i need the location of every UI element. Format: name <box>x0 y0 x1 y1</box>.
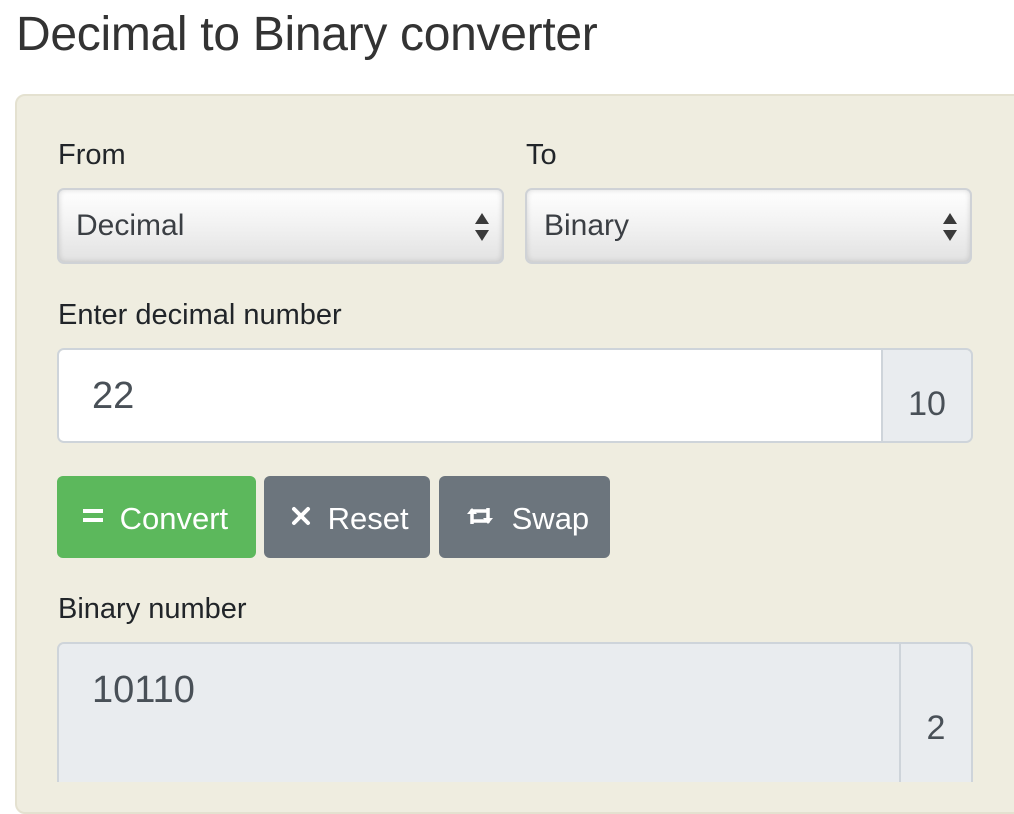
input-base-addon: 10 <box>881 350 971 441</box>
select-arrows-icon <box>943 213 957 241</box>
to-select[interactable]: Binary <box>525 188 972 264</box>
swap-button-label: Swap <box>511 500 590 536</box>
from-select-value: Decimal <box>76 209 185 242</box>
reset-button[interactable]: Reset <box>264 476 430 558</box>
from-label: From <box>58 139 126 171</box>
select-arrows-icon <box>475 213 489 241</box>
swap-button[interactable]: Swap <box>439 476 610 558</box>
to-select-value: Binary <box>544 209 630 242</box>
swap-icon <box>467 507 493 524</box>
decimal-input[interactable]: 22 <box>59 350 883 441</box>
close-icon <box>292 506 310 525</box>
from-select[interactable]: Decimal <box>57 188 504 264</box>
to-label: To <box>526 139 557 171</box>
output-base-value: 2 <box>926 709 946 747</box>
binary-output[interactable]: 10110 <box>59 644 901 782</box>
output-label: Binary number <box>58 593 247 625</box>
binary-output-value: 10110 <box>92 669 195 711</box>
page-title: Decimal to Binary converter <box>16 8 598 61</box>
convert-button-label: Convert <box>119 500 229 536</box>
decimal-input-value: 22 <box>92 375 135 417</box>
decimal-input-group: 22 10 <box>57 348 973 443</box>
equals-icon <box>83 508 103 522</box>
binary-output-group: 10110 2 <box>57 642 973 782</box>
reset-button-label: Reset <box>327 500 409 536</box>
output-base-addon: 2 <box>899 644 971 782</box>
convert-button[interactable]: Convert <box>57 476 256 558</box>
input-base-value: 10 <box>908 385 946 423</box>
input-label: Enter decimal number <box>58 299 342 331</box>
